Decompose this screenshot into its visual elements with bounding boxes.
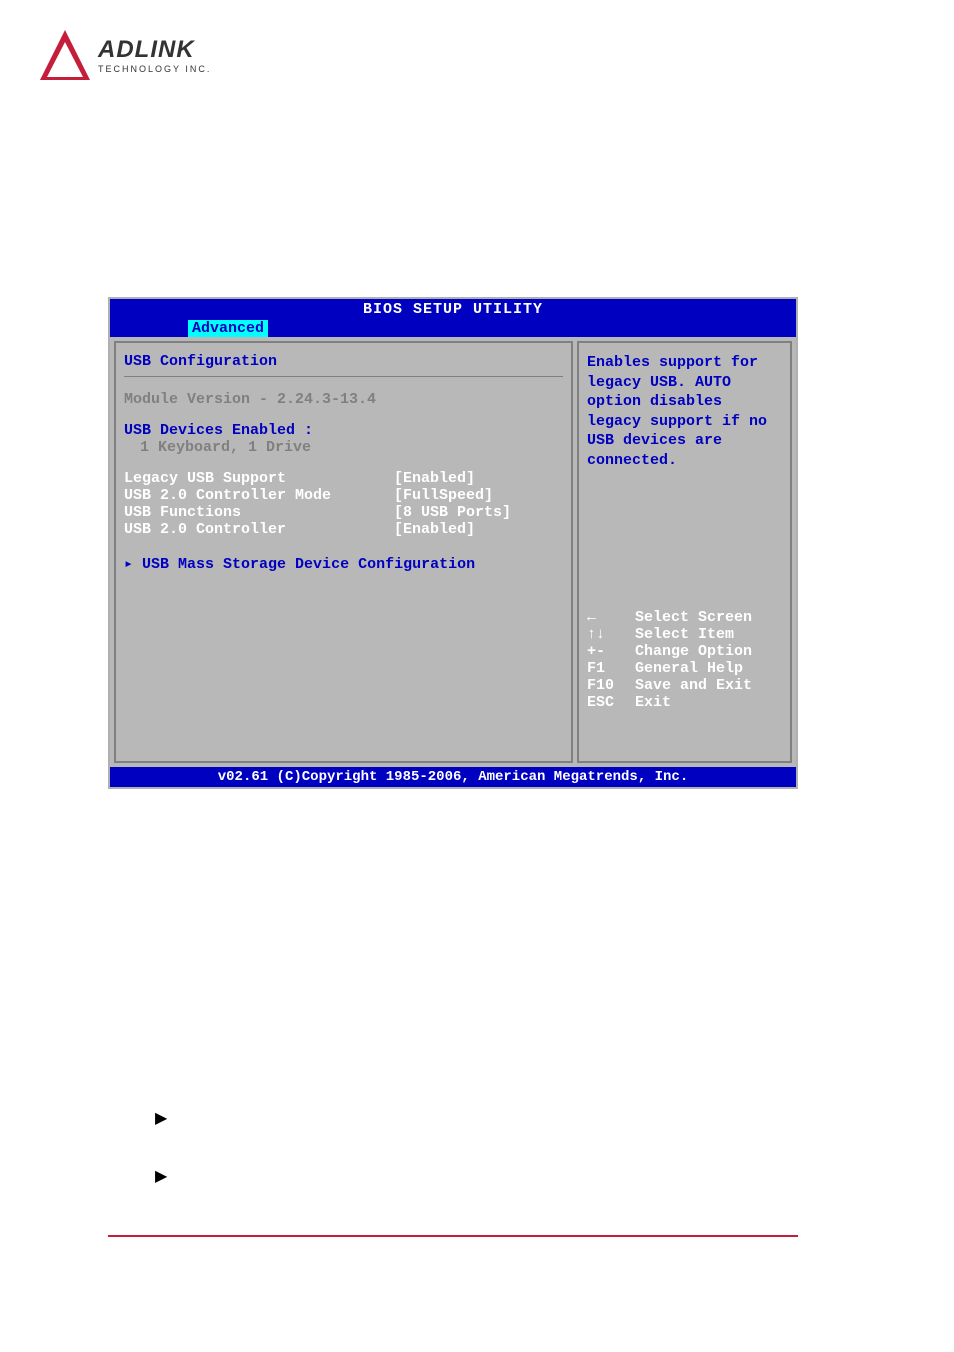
bios-body: USB Configuration Module Version - 2.24.… (110, 337, 796, 767)
submenu-usb-mass-storage[interactable]: ▸ USB Mass Storage Device Configuration (124, 554, 563, 573)
nav-exit: ESC Exit (587, 694, 782, 711)
option-value: [Enabled] (394, 470, 475, 487)
option-usb-controller[interactable]: USB 2.0 Controller [Enabled] (124, 521, 563, 538)
logo-subtitle: TECHNOLOGY INC. (98, 64, 211, 74)
arrow-icon: ▶ (155, 1108, 167, 1128)
page-border (108, 1235, 798, 1237)
logo-text: ADLINK TECHNOLOGY INC. (98, 36, 211, 74)
option-legacy-usb[interactable]: Legacy USB Support [Enabled] (124, 470, 563, 487)
nav-general-help: F1 General Help (587, 660, 782, 677)
nav-select-item: ↑↓ Select Item (587, 626, 782, 643)
logo: ADLINK TECHNOLOGY INC. (40, 30, 211, 80)
option-label: USB 2.0 Controller (124, 521, 394, 538)
option-value: [FullSpeed] (394, 487, 493, 504)
option-usb-functions[interactable]: USB Functions [8 USB Ports] (124, 504, 563, 521)
nav-key: ESC (587, 694, 635, 711)
bios-window: BIOS SETUP UTILITY Advanced USB Configur… (108, 297, 798, 789)
bios-left-panel: USB Configuration Module Version - 2.24.… (114, 341, 573, 763)
devices-enabled-label: USB Devices Enabled : (124, 422, 563, 439)
option-label: Legacy USB Support (124, 470, 394, 487)
option-value: [Enabled] (394, 521, 475, 538)
nav-label: Save and Exit (635, 677, 752, 694)
option-value: [8 USB Ports] (394, 504, 511, 521)
logo-name: ADLINK (98, 36, 211, 64)
nav-label: Exit (635, 694, 671, 711)
nav-label: Change Option (635, 643, 752, 660)
nav-select-screen: ← Select Screen (587, 609, 782, 626)
help-text: Enables support for legacy USB. AUTO opt… (587, 353, 782, 470)
option-label: USB 2.0 Controller Mode (124, 487, 394, 504)
bios-right-panel: Enables support for legacy USB. AUTO opt… (577, 341, 792, 763)
nav-key: F10 (587, 677, 635, 694)
module-version: Module Version - 2.24.3-13.4 (124, 391, 563, 408)
option-label: USB Functions (124, 504, 394, 521)
nav-save-exit: F10 Save and Exit (587, 677, 782, 694)
tab-advanced[interactable]: Advanced (188, 320, 268, 337)
nav-label: Select Item (635, 626, 734, 643)
bios-title: BIOS SETUP UTILITY (110, 299, 796, 320)
nav-key: ← (587, 609, 635, 626)
nav-keys: ← Select Screen ↑↓ Select Item +- Change… (587, 609, 782, 711)
arrow-icon: ▶ (155, 1166, 167, 1186)
nav-key: +- (587, 643, 635, 660)
bios-tabs: Advanced (110, 320, 796, 337)
nav-key: ↑↓ (587, 626, 635, 643)
nav-key: F1 (587, 660, 635, 677)
nav-change-option: +- Change Option (587, 643, 782, 660)
option-usb-controller-mode[interactable]: USB 2.0 Controller Mode [FullSpeed] (124, 487, 563, 504)
devices-enabled-value: 1 Keyboard, 1 Drive (140, 439, 563, 456)
logo-icon (40, 30, 90, 80)
nav-label: Select Screen (635, 609, 752, 626)
section-title: USB Configuration (124, 353, 563, 377)
nav-label: General Help (635, 660, 743, 677)
bios-footer: v02.61 (C)Copyright 1985-2006, American … (110, 767, 796, 787)
